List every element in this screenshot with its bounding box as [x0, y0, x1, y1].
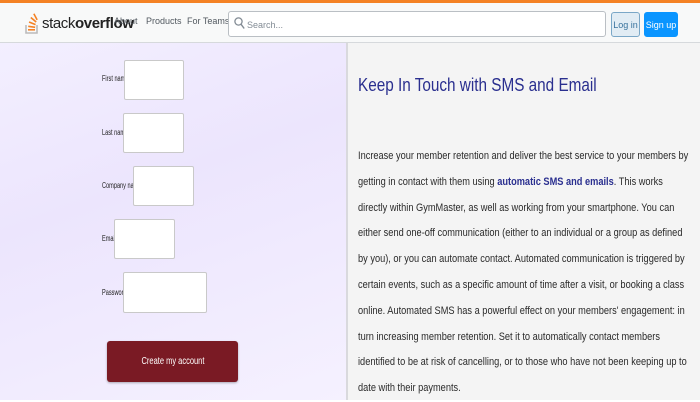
automatic-sms-link[interactable]: automatic SMS and emails	[497, 176, 614, 188]
first-name-input[interactable]	[124, 60, 184, 100]
body-text-rest: . This works directly within GymMaster, …	[358, 175, 687, 395]
top-navbar: stackoverflow About Products For Teams L…	[0, 0, 700, 43]
password-input[interactable]	[123, 272, 207, 313]
nav-link-products[interactable]: Products	[146, 16, 182, 26]
section-heading: Keep In Touch with SMS and Email	[358, 75, 597, 95]
search-icon	[234, 17, 245, 29]
search-input[interactable]	[245, 15, 599, 35]
login-button[interactable]: Log in	[611, 12, 640, 37]
nav-link-about[interactable]: About	[114, 16, 138, 26]
nav-link-for-teams[interactable]: For Teams	[187, 16, 229, 26]
signup-button[interactable]: Sign up	[644, 12, 678, 37]
last-name-input[interactable]	[123, 113, 184, 153]
company-name-input[interactable]	[133, 166, 194, 206]
create-account-button[interactable]: Create my account	[107, 341, 238, 382]
section-body-text: Increase your member retention and deliv…	[358, 144, 690, 402]
stackoverflow-logo-icon	[25, 13, 38, 34]
search-box[interactable]	[228, 11, 606, 37]
create-account-label: Create my account	[141, 356, 204, 367]
logo-text-light: stack	[42, 14, 76, 32]
email-input[interactable]	[114, 219, 175, 259]
